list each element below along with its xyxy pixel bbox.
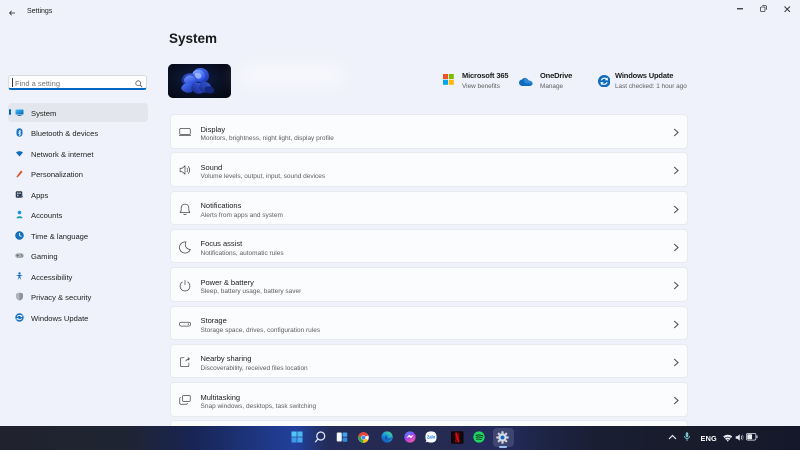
svg-text:Zalo: Zalo [427, 435, 436, 440]
